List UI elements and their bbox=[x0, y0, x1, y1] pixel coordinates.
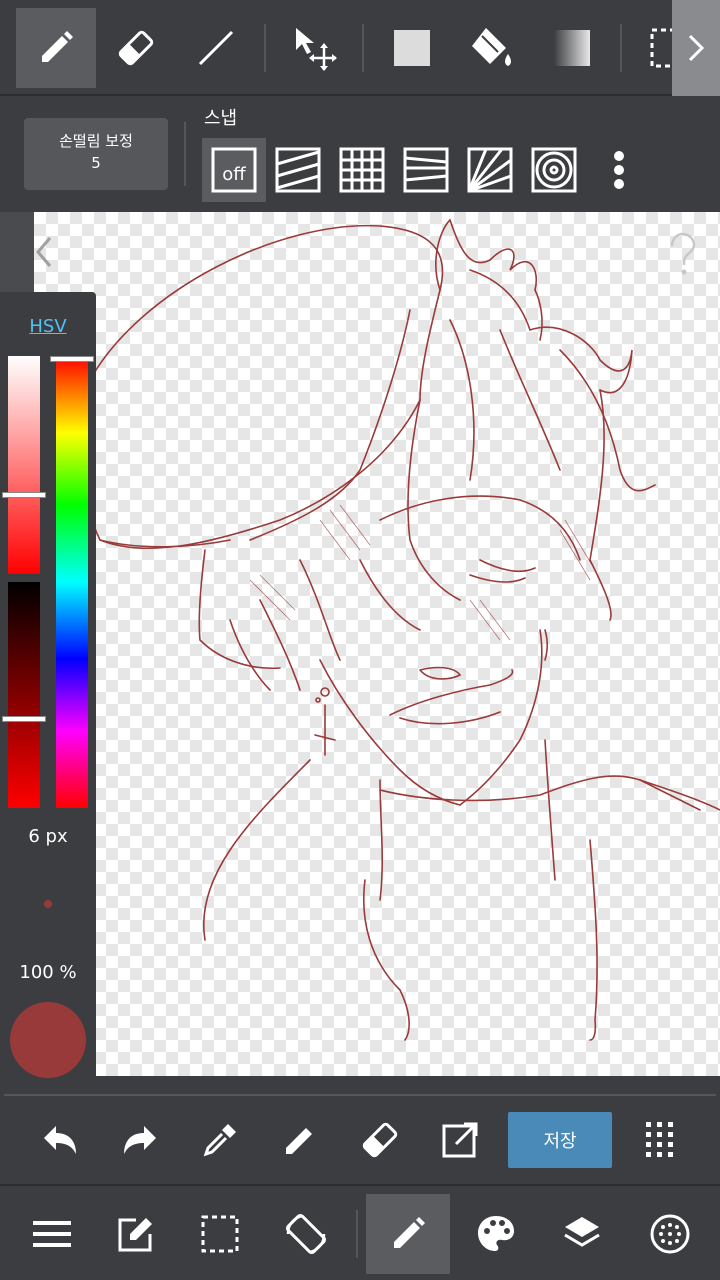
grid-dots-icon bbox=[646, 1122, 673, 1157]
brightness-slider[interactable] bbox=[8, 582, 40, 808]
more-options-button[interactable] bbox=[600, 142, 638, 198]
toolbar-divider bbox=[362, 24, 364, 72]
eyedropper-button[interactable] bbox=[196, 1116, 244, 1164]
pen-icon bbox=[42, 31, 73, 62]
transform-button[interactable] bbox=[436, 1116, 484, 1164]
brush-size-preview bbox=[44, 900, 52, 908]
more-menu-button[interactable] bbox=[636, 1116, 684, 1164]
help-icon bbox=[670, 232, 696, 275]
snap-radial-button[interactable] bbox=[458, 138, 522, 202]
hue-slider[interactable] bbox=[56, 356, 88, 808]
pen-icon bbox=[394, 1217, 425, 1248]
bottom-nav bbox=[0, 1184, 720, 1280]
eraser-icon bbox=[118, 30, 154, 66]
paint-bucket-icon bbox=[472, 28, 511, 66]
edit-square-icon bbox=[118, 1218, 152, 1252]
snap-parallel-button[interactable] bbox=[266, 138, 330, 202]
brush-options-bar: 손떨림 보정 5 스냅 off bbox=[0, 98, 720, 212]
move-tool-button[interactable] bbox=[274, 8, 354, 88]
snap-off-icon: off bbox=[211, 147, 257, 193]
nav-divider bbox=[356, 1210, 358, 1258]
palette-icon bbox=[478, 1216, 514, 1251]
eyedropper-icon bbox=[203, 1124, 236, 1157]
current-color-swatch[interactable] bbox=[10, 1002, 86, 1078]
pen-icon bbox=[286, 1128, 312, 1154]
perspective-lines-icon bbox=[403, 147, 449, 193]
undo-icon bbox=[44, 1126, 76, 1154]
gradient-icon bbox=[554, 30, 590, 66]
help-button[interactable] bbox=[662, 232, 702, 276]
saturation-slider[interactable] bbox=[8, 356, 40, 574]
stabilizer-button[interactable]: 손떨림 보정 5 bbox=[24, 118, 168, 190]
drawing-canvas[interactable] bbox=[34, 212, 720, 1076]
pen-quick-button[interactable] bbox=[276, 1116, 324, 1164]
line-icon bbox=[198, 30, 234, 66]
snap-concentric-button[interactable] bbox=[522, 138, 586, 202]
snap-off-button[interactable]: off bbox=[202, 138, 266, 202]
square-shape-icon bbox=[394, 30, 430, 66]
redo-button[interactable] bbox=[116, 1116, 164, 1164]
brush-tab-button[interactable] bbox=[366, 1194, 450, 1274]
concentric-circles-icon bbox=[531, 147, 577, 193]
brightness-handle[interactable] bbox=[2, 716, 46, 722]
selection-icon bbox=[201, 1215, 239, 1253]
color-palette-button[interactable] bbox=[472, 1210, 520, 1258]
chevron-right-icon bbox=[688, 34, 705, 62]
eraser-quick-button[interactable] bbox=[356, 1116, 404, 1164]
undo-button[interactable] bbox=[36, 1116, 84, 1164]
grid-icon bbox=[339, 147, 385, 193]
hsv-mode-toggle[interactable]: HSV bbox=[0, 316, 96, 337]
rotate-canvas-button[interactable] bbox=[282, 1210, 330, 1258]
eraser-tool-button[interactable] bbox=[96, 8, 176, 88]
snap-perspective-button[interactable] bbox=[394, 138, 458, 202]
radial-lines-icon bbox=[467, 147, 513, 193]
line-tool-button[interactable] bbox=[176, 8, 256, 88]
fill-tool-button[interactable] bbox=[452, 8, 532, 88]
opacity-label[interactable]: 100 % bbox=[0, 962, 96, 983]
rotate-screen-icon bbox=[285, 1213, 327, 1255]
action-bar: 저장 bbox=[4, 1094, 716, 1180]
toolbar-divider bbox=[264, 24, 266, 72]
hamburger-menu-icon bbox=[33, 1221, 71, 1247]
layers-button[interactable] bbox=[558, 1210, 606, 1258]
stabilizer-value: 5 bbox=[91, 154, 101, 172]
gradient-tool-button[interactable] bbox=[532, 8, 612, 88]
toolbar-scroll-right[interactable] bbox=[672, 0, 720, 96]
more-vertical-icon bbox=[614, 151, 624, 189]
brush-size-label[interactable]: 6 px bbox=[0, 826, 96, 847]
eraser-icon bbox=[362, 1122, 398, 1158]
snap-label: 스냅 bbox=[204, 108, 238, 129]
layers-icon bbox=[564, 1217, 600, 1247]
redo-icon bbox=[124, 1126, 156, 1154]
sketch-artwork bbox=[82, 218, 720, 1041]
shape-tool-button[interactable] bbox=[372, 8, 452, 88]
save-button[interactable]: 저장 bbox=[508, 1112, 612, 1168]
materials-button[interactable] bbox=[646, 1210, 694, 1258]
subbar-divider bbox=[184, 122, 186, 186]
stabilizer-label: 손떨림 보정 bbox=[59, 132, 133, 150]
menu-button[interactable] bbox=[28, 1210, 76, 1258]
toolbar-divider bbox=[620, 24, 622, 72]
tone-dots-icon bbox=[650, 1214, 690, 1254]
collapse-panel-button[interactable] bbox=[34, 232, 54, 272]
chevron-left-icon bbox=[36, 237, 52, 267]
move-icon bbox=[296, 28, 337, 71]
selection-button[interactable] bbox=[196, 1210, 244, 1258]
pen-tool-button[interactable] bbox=[16, 8, 96, 88]
top-toolbar bbox=[0, 0, 720, 96]
canvas-area bbox=[0, 212, 720, 1076]
color-panel: HSV 6 px 100 % bbox=[0, 292, 96, 1088]
snap-grid-button[interactable] bbox=[330, 138, 394, 202]
saturation-handle[interactable] bbox=[2, 492, 46, 498]
external-transform-icon bbox=[442, 1122, 478, 1158]
hue-handle[interactable] bbox=[50, 356, 94, 362]
parallel-lines-icon bbox=[275, 147, 321, 193]
snap-off-text: off bbox=[222, 164, 246, 185]
edit-button[interactable] bbox=[112, 1210, 160, 1258]
